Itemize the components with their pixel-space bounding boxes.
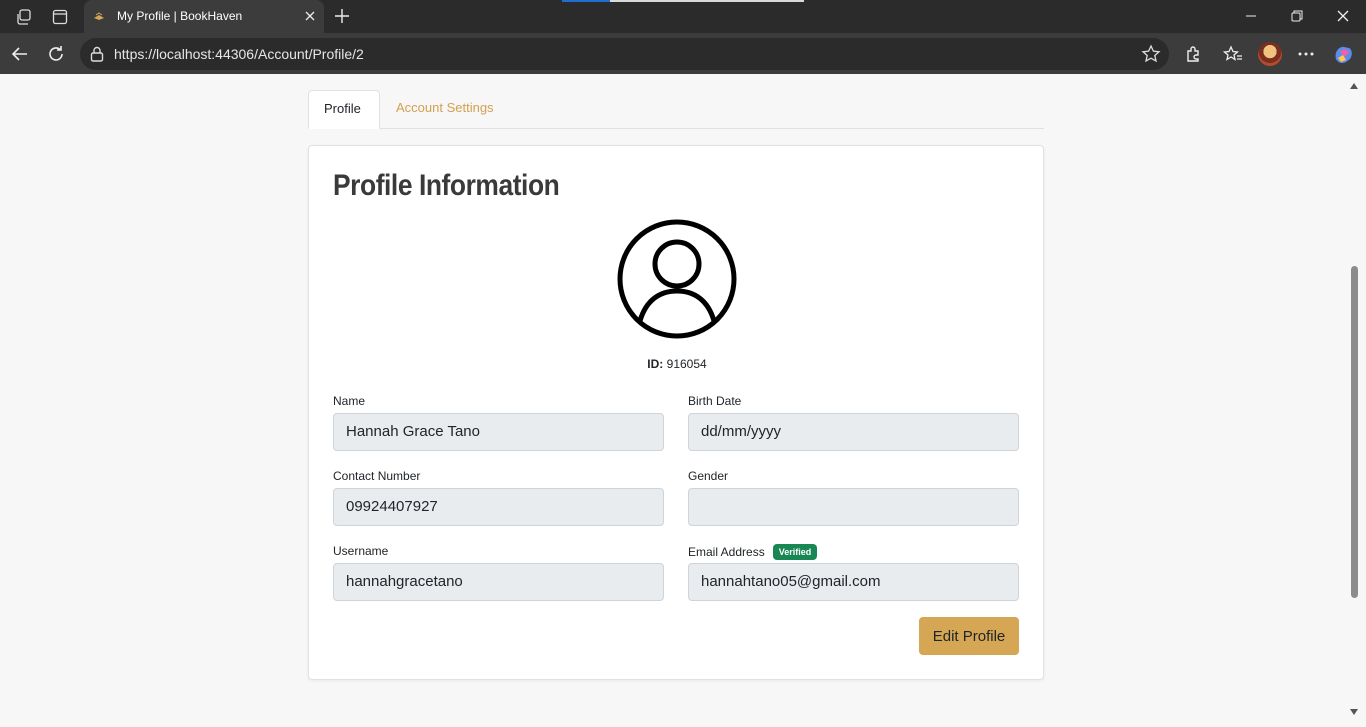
scrollbar-thumb[interactable] xyxy=(1351,266,1358,598)
scroll-down-arrow-icon[interactable] xyxy=(1349,708,1359,716)
verified-badge: Verified xyxy=(772,544,818,560)
edit-profile-button[interactable]: Edit Profile xyxy=(919,617,1019,655)
lock-icon[interactable] xyxy=(88,45,106,63)
browser-tab-active[interactable]: My Profile | BookHaven xyxy=(84,0,324,33)
contact-number-field[interactable]: 09924407927 xyxy=(333,488,664,526)
username-label: Username xyxy=(333,544,389,558)
birth-date-field[interactable]: dd/mm/yyyy xyxy=(688,413,1019,451)
bookhaven-favicon-icon xyxy=(94,12,104,20)
page-viewport: Profile Account Settings Profile Informa… xyxy=(4,74,1362,723)
back-arrow-icon[interactable] xyxy=(9,43,31,65)
username-field[interactable]: hannahgracetano xyxy=(333,563,664,601)
restore-icon[interactable] xyxy=(1286,5,1308,27)
gender-label: Gender xyxy=(688,469,729,483)
user-id: ID: 916054 xyxy=(309,357,1045,371)
close-window-icon[interactable] xyxy=(1332,5,1354,27)
url-text[interactable]: https://localhost:44306/Account/Profile/… xyxy=(114,46,364,62)
address-bar[interactable]: https://localhost:44306/Account/Profile/… xyxy=(80,38,1169,70)
browser-toolbar: https://localhost:44306/Account/Profile/… xyxy=(0,33,1366,74)
new-tab-icon[interactable] xyxy=(332,6,352,26)
more-options-icon[interactable] xyxy=(1295,43,1317,65)
refresh-icon[interactable] xyxy=(45,43,67,65)
favorites-icon[interactable] xyxy=(1222,43,1244,65)
user-id-label: ID: xyxy=(647,357,664,371)
page-loading-indicator xyxy=(562,0,804,2)
contact-number-label: Contact Number xyxy=(333,469,421,483)
tab-profile[interactable]: Profile xyxy=(308,90,380,129)
close-tab-icon[interactable] xyxy=(301,7,319,25)
tab-title: My Profile | BookHaven xyxy=(117,9,243,23)
scroll-up-arrow-icon[interactable] xyxy=(1349,82,1359,90)
name-label: Name xyxy=(333,394,366,408)
user-avatar-icon xyxy=(617,219,737,339)
browser-tab-bar: My Profile | BookHaven xyxy=(0,0,1366,33)
copilot-icon[interactable] xyxy=(1332,43,1354,65)
tab-actions-icon[interactable] xyxy=(49,6,71,28)
name-field[interactable]: Hannah Grace Tano xyxy=(333,413,664,451)
page-title: Profile Information xyxy=(333,169,560,202)
extensions-icon[interactable] xyxy=(1182,43,1204,65)
workspaces-icon[interactable] xyxy=(13,6,35,28)
email-label-row: Email Address Verified xyxy=(688,544,818,560)
email-field[interactable]: hannahtano05@gmail.com xyxy=(688,563,1019,601)
minimize-icon[interactable] xyxy=(1240,5,1262,27)
user-id-value: 916054 xyxy=(666,357,707,371)
page-scrollbar[interactable] xyxy=(1346,74,1362,723)
tab-account-settings[interactable]: Account Settings xyxy=(381,90,509,129)
email-label: Email Address xyxy=(688,545,765,559)
profile-card: Profile Information ID: 916054 Name Hann… xyxy=(308,145,1044,680)
profile-avatar-icon[interactable] xyxy=(1258,42,1282,66)
gender-field[interactable] xyxy=(688,488,1019,526)
birth-date-label: Birth Date xyxy=(688,394,742,408)
favorite-star-icon[interactable] xyxy=(1141,44,1161,64)
